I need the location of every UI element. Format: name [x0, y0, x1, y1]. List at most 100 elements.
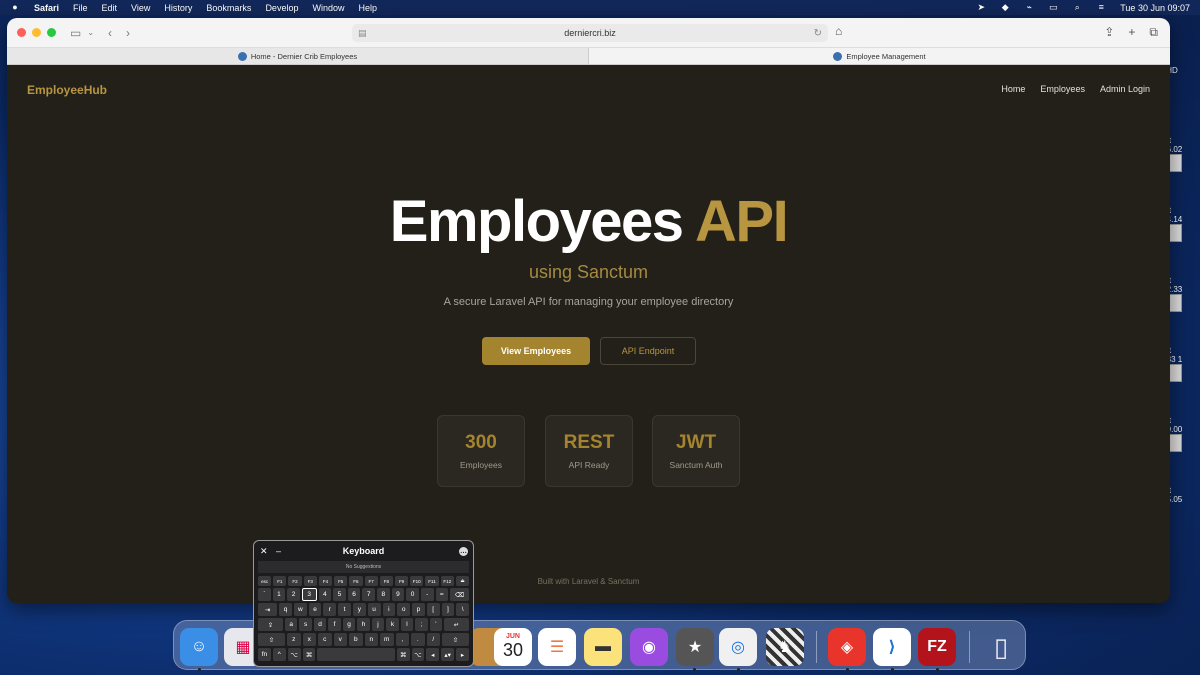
keyboard-key[interactable]: e — [308, 603, 322, 616]
view-employees-button[interactable]: View Employees — [482, 337, 590, 365]
vscode-icon[interactable]: ⟩ — [873, 628, 911, 666]
calendar-icon[interactable]: JUN 30 — [494, 628, 532, 666]
keyboard-key[interactable]: v — [333, 633, 347, 646]
keyboard-key[interactable]: k — [386, 618, 399, 631]
podcasts-icon[interactable]: ◉ — [630, 628, 668, 666]
close-window-button[interactable] — [17, 28, 26, 37]
keyboard-key[interactable]: ◂ — [426, 648, 440, 661]
menu-window[interactable]: Window — [312, 3, 344, 13]
keyboard-key[interactable]: F5 — [334, 576, 348, 586]
keyboard-key[interactable]: ⏏ — [455, 576, 470, 586]
keyboard-key[interactable]: o — [397, 603, 411, 616]
keyboard-key[interactable]: F3 — [303, 576, 317, 586]
keyboard-key[interactable]: 5 — [333, 588, 346, 601]
keyboard-key[interactable]: l — [400, 618, 414, 631]
menu-safari[interactable]: Safari — [34, 3, 59, 13]
keyboard-key[interactable]: F4 — [318, 576, 333, 586]
keyboard-key[interactable]: q — [279, 603, 292, 616]
keyboard-key[interactable]: i — [382, 603, 396, 616]
keyboard-key[interactable]: F11 — [425, 576, 439, 586]
menu-clock[interactable]: Tue 30 Jun 09:07 — [1120, 3, 1190, 13]
keyboard-key[interactable]: ⇪ — [258, 618, 283, 631]
search-icon[interactable]: ⌕ — [1072, 3, 1082, 12]
menu-help[interactable]: Help — [358, 3, 377, 13]
tab-home[interactable]: Home - Dernier Crib Employees — [7, 48, 588, 64]
keyboard-key[interactable]: g — [342, 618, 356, 631]
keyboard-key[interactable]: ^ — [272, 648, 286, 661]
keyboard-key[interactable]: b — [349, 633, 363, 646]
brave-icon[interactable]: ◈ — [828, 628, 866, 666]
keyboard-key[interactable]: d — [313, 618, 327, 631]
keyboard-key[interactable]: . — [411, 633, 425, 646]
reminders-icon[interactable]: ☰ — [538, 628, 576, 666]
keyboard-key[interactable]: esc — [258, 576, 272, 586]
keyboard-key[interactable]: F7 — [364, 576, 378, 586]
keyboard-key[interactable]: F6 — [349, 576, 363, 586]
reload-icon[interactable]: ↻ — [814, 28, 822, 39]
keyboard-key[interactable]: F1 — [273, 576, 287, 586]
menu-edit[interactable]: Edit — [102, 3, 118, 13]
menu-file[interactable]: File — [73, 3, 88, 13]
keyboard-key[interactable]: z — [287, 633, 301, 646]
keyboard-key[interactable]: t — [338, 603, 351, 616]
menu-bookmarks[interactable]: Bookmarks — [206, 3, 251, 13]
api-endpoint-button[interactable]: API Endpoint — [600, 337, 696, 365]
keyboard-key[interactable]: F10 — [410, 576, 424, 586]
menu-develop[interactable]: Develop — [265, 3, 298, 13]
keyboard-key[interactable]: F9 — [394, 576, 409, 586]
tab-employee-management[interactable]: Employee Management — [588, 48, 1170, 64]
chevron-down-icon[interactable]: ⌄ — [87, 28, 94, 37]
zoom-window-button[interactable] — [47, 28, 56, 37]
keyboard-key[interactable]: x — [302, 633, 316, 646]
keyboard-key[interactable]: a — [284, 618, 298, 631]
keyboard-key[interactable]: 0 — [406, 588, 419, 601]
keyboard-key[interactable]: c — [318, 633, 332, 646]
back-icon[interactable]: ‹ — [108, 26, 112, 40]
keyboard-key[interactable]: = — [435, 588, 449, 601]
keyboard-key[interactable]: F8 — [379, 576, 393, 586]
keyboard-key[interactable]: ▴▾ — [441, 648, 455, 661]
apple-icon[interactable]: ● — [10, 3, 20, 12]
keyboard-key[interactable]: ] — [441, 603, 455, 616]
keyboard-key[interactable]: \ — [456, 603, 470, 616]
more-icon[interactable]: … — [459, 546, 468, 556]
keyboard-key[interactable]: h — [357, 618, 370, 631]
keyboard-key[interactable]: ▸ — [456, 648, 469, 661]
home-icon[interactable]: ⌂ — [835, 24, 842, 38]
finder-icon[interactable]: ☺ — [180, 628, 218, 666]
keyboard-key[interactable]: n — [364, 633, 378, 646]
page-settings-icon[interactable]: ▤ — [358, 28, 367, 39]
keyboard-key[interactable]: 8 — [377, 588, 390, 601]
keyboard-key[interactable]: 1 — [272, 588, 286, 601]
keyboard-key[interactable]: r — [323, 603, 337, 616]
keyboard-key[interactable]: s — [299, 618, 312, 631]
address-bar[interactable]: ▤ derniercri.biz ↻ — [352, 24, 828, 42]
brand-logo[interactable]: EmployeeHub — [27, 83, 107, 97]
share-icon[interactable]: ⇪ — [1104, 25, 1114, 40]
keyboard-key[interactable]: ; — [415, 618, 428, 631]
menu-history[interactable]: History — [164, 3, 192, 13]
keyboard-key[interactable]: u — [367, 603, 381, 616]
battery-icon[interactable]: ▭ — [1048, 3, 1058, 12]
sidebar-toggle-icon[interactable]: ▭ — [70, 26, 81, 40]
keyboard-key[interactable]: 6 — [347, 588, 361, 601]
new-tab-icon[interactable]: + — [1128, 25, 1135, 40]
keyboard-key[interactable]: / — [426, 633, 440, 646]
nav-admin-login[interactable]: Admin Login — [1100, 84, 1150, 94]
keyboard-key[interactable]: ↵ — [444, 618, 470, 631]
keyboard-key[interactable]: 4 — [318, 588, 332, 601]
shield-icon[interactable]: ◆ — [1000, 3, 1010, 12]
minimize-window-button[interactable] — [32, 28, 41, 37]
keyboard-key[interactable]: ⌫ — [450, 588, 470, 601]
nav-employees[interactable]: Employees — [1040, 84, 1085, 94]
keyboard-key[interactable]: j — [371, 618, 385, 631]
keyboard-key[interactable]: ⇧ — [258, 633, 285, 646]
keyboard-key[interactable]: p — [412, 603, 425, 616]
forward-icon[interactable]: › — [126, 26, 130, 40]
filezilla-icon[interactable]: FZ — [918, 628, 956, 666]
close-icon[interactable]: ✕ — [260, 546, 268, 557]
keyboard-key[interactable]: - — [420, 588, 434, 601]
keyboard-key[interactable]: F12 — [440, 576, 454, 586]
rocket-icon[interactable]: ➤ — [976, 3, 986, 12]
tab-overview-icon[interactable]: ⧉ — [1149, 25, 1158, 40]
